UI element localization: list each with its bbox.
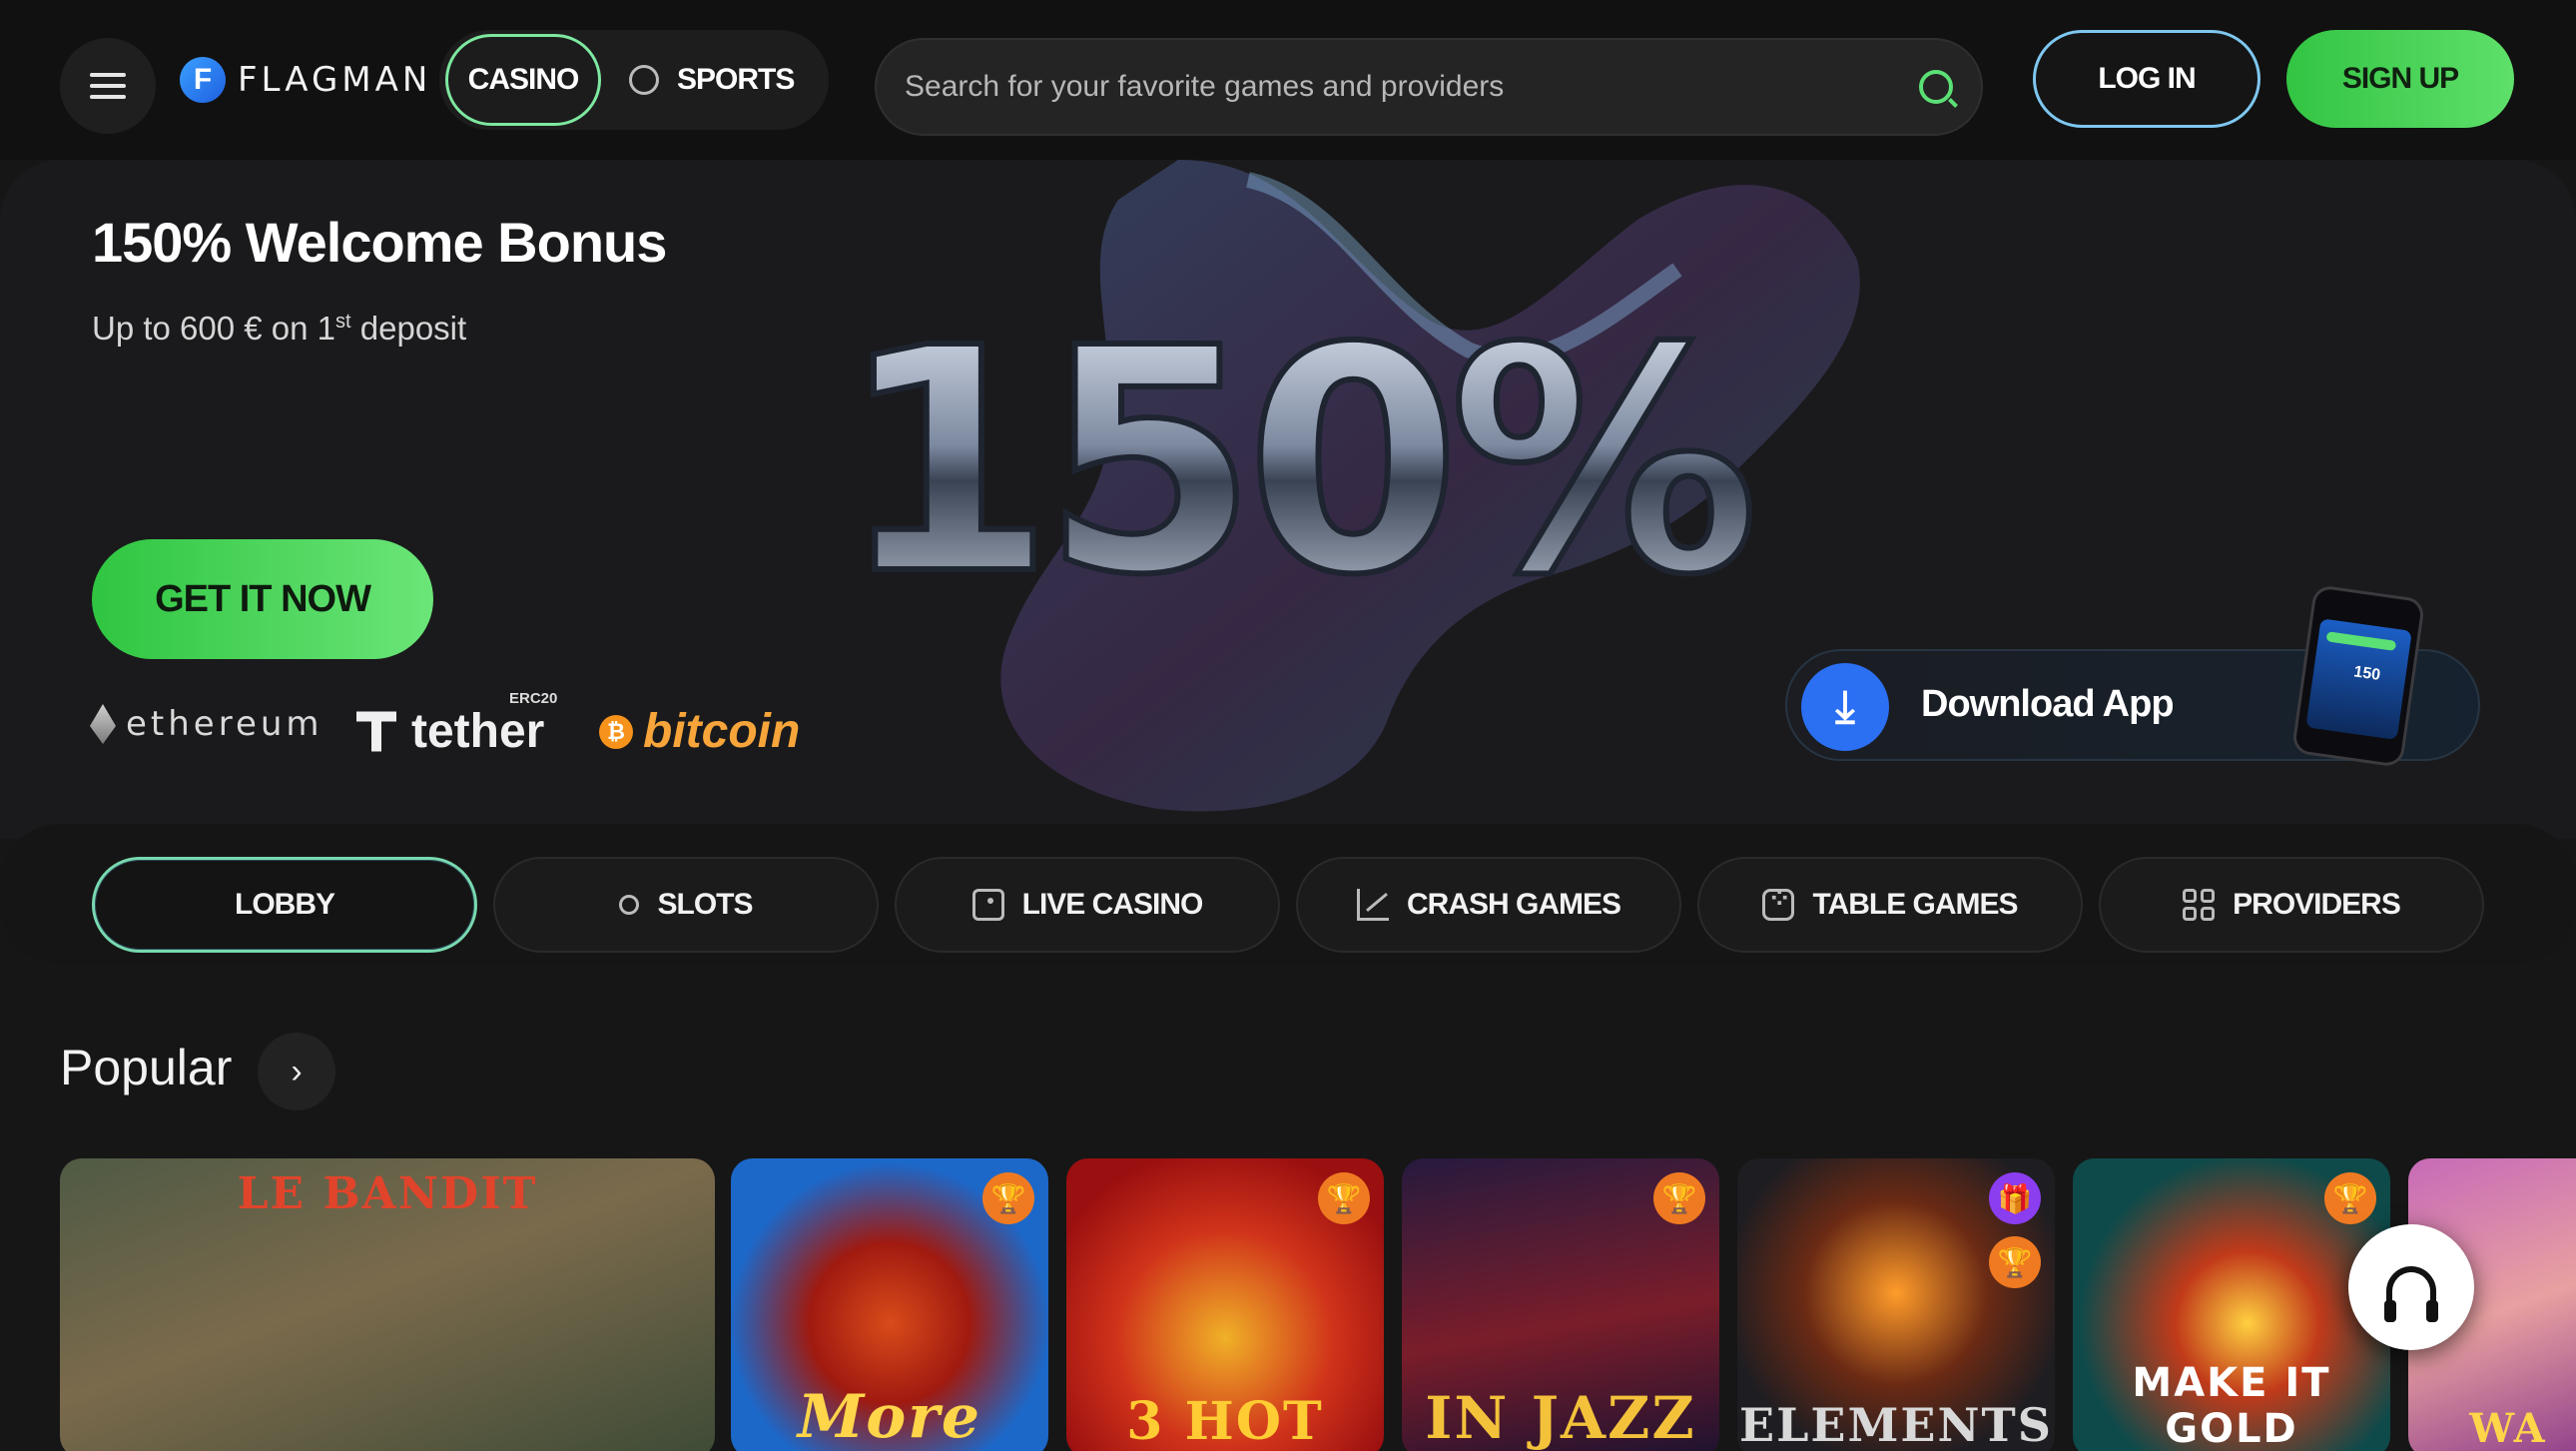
grid-icon (2183, 889, 2216, 921)
menu-button[interactable] (60, 38, 156, 134)
ethereum-logo: ethereum (90, 704, 323, 744)
logo-text: FLAGMAN (238, 60, 432, 100)
tab-live-casino[interactable]: LIVE CASINO (895, 857, 1280, 953)
tether-logo: tether ERC20 (351, 690, 557, 759)
logo-mark-icon: F (180, 57, 226, 103)
tab-crash-games[interactable]: CRASH GAMES (1296, 857, 1681, 953)
support-chat-button[interactable] (2348, 1224, 2474, 1350)
signup-button[interactable]: SIGN UP (2286, 30, 2514, 128)
game-card-more-magic-apple[interactable]: 🏆 More (731, 1158, 1048, 1451)
trophy-icon: 🏆 (1653, 1172, 1705, 1224)
tab-sports[interactable]: SPORTS (629, 34, 795, 126)
soccer-ball-icon (629, 65, 659, 95)
search-input[interactable] (905, 70, 1919, 104)
game-card-elements[interactable]: 🎁 🏆 ELEMENTS (1737, 1158, 2055, 1451)
get-it-now-button[interactable]: GET IT NOW (92, 539, 433, 659)
tab-sports-label: SPORTS (677, 63, 795, 96)
search-icon[interactable] (1919, 70, 1953, 104)
gift-icon: 🎁 (1989, 1172, 2041, 1224)
tab-lobby[interactable]: LOBBY (92, 857, 477, 953)
live-icon (971, 889, 1004, 921)
ethereum-icon (90, 704, 116, 744)
login-button[interactable]: LOG IN (2033, 30, 2260, 128)
tab-table-games[interactable]: TABLE GAMES (1697, 857, 2083, 953)
headset-icon (2384, 1266, 2438, 1322)
chevron-right-icon: › (291, 1052, 303, 1090)
game-card-le-bandit[interactable]: LE BANDIT (60, 1158, 715, 1451)
download-app-label: Download App (1921, 683, 2175, 725)
big-150-text: 150% (839, 283, 1753, 643)
category-nav: LOBBY SLOTS LIVE CASINO CRASH GAMES TABL… (0, 824, 2576, 964)
game-card-in-jazz[interactable]: 🏆 IN JAZZ (1402, 1158, 1719, 1451)
trophy-icon: 🏆 (1318, 1172, 1370, 1224)
trophy-icon: 🏆 (2324, 1172, 2376, 1224)
banner-title: 150% Welcome Bonus (92, 211, 667, 274)
bitcoin-icon: ₿ (599, 714, 633, 749)
promo-banner[interactable]: 150% 150% Welcome Bonus Up to 600 € on 1… (0, 160, 2576, 839)
game-card-3-hot-chillies[interactable]: 🏆 3 HOT (1066, 1158, 1384, 1451)
tab-providers[interactable]: PROVIDERS (2099, 857, 2484, 953)
banner-subtitle: Up to 600 € on 1st deposit (92, 310, 467, 347)
tab-slots[interactable]: SLOTS (493, 857, 879, 953)
popular-heading: Popular (60, 1040, 233, 1095)
tab-casino[interactable]: CASINO (445, 34, 601, 126)
search-bar (875, 38, 1983, 136)
cherries-icon (619, 895, 640, 915)
chart-up-icon (1356, 889, 1389, 921)
game-card-make-it-gold[interactable]: 🏆 MAKE IT GOLD (2073, 1158, 2390, 1451)
trophy-icon: 🏆 (982, 1172, 1034, 1224)
hamburger-icon (90, 73, 126, 99)
popular-more-button[interactable]: › (258, 1033, 335, 1110)
top-header: F FLAGMAN CASINO SPORTS LOG IN SIGN UP (0, 0, 2576, 160)
bitcoin-logo: ₿ bitcoin (599, 704, 800, 759)
flagman-logo[interactable]: F FLAGMAN (180, 55, 431, 105)
tether-icon (356, 711, 396, 752)
download-app-button[interactable]: ⤓ Download App 150 (1785, 584, 2480, 768)
download-icon: ⤓ (1801, 663, 1889, 751)
trophy-icon: 🏆 (1989, 1236, 2041, 1288)
banner-artwork: 150% (836, 160, 1860, 812)
dice-icon (1762, 882, 1795, 921)
phone-mockup: 150 (2290, 584, 2426, 768)
section-switcher: CASINO SPORTS (439, 30, 829, 130)
